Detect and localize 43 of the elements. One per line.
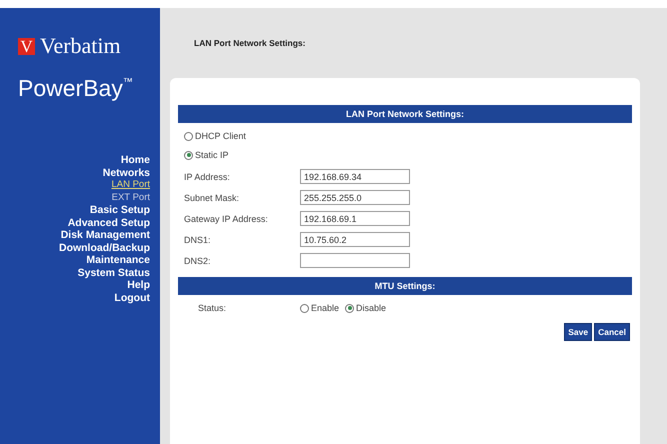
radio-button[interactable] (300, 304, 309, 312)
sidebar-item[interactable]: LAN Port (111, 179, 150, 192)
field-label: Gateway IP Address: (184, 214, 269, 224)
field-label: IP Address: (184, 172, 231, 182)
radio-button[interactable] (184, 150, 193, 160)
field-label: Subnet Mask: (184, 192, 240, 202)
input-field[interactable]: 255.255.255.0 (300, 190, 410, 205)
sidebar-item[interactable]: Help (127, 279, 150, 292)
brand-name: Verbatim (40, 33, 121, 59)
input-field[interactable]: 192.168.69.34 (300, 169, 410, 184)
input-field[interactable]: 10.75.60.2 (300, 232, 410, 247)
status-option[interactable]: Enable (300, 303, 340, 313)
logo-mark: V (18, 38, 35, 54)
field-label: DNS1: (184, 234, 212, 244)
sidebar-item[interactable]: EXT Port (112, 192, 150, 204)
radio-label: Enable (311, 303, 340, 313)
mode-option[interactable]: DHCP Client (184, 131, 632, 141)
sidebar-item[interactable]: System Status (78, 266, 150, 279)
input-field[interactable]: 192.168.69.1 (300, 211, 410, 226)
radio-label: Disable (356, 303, 386, 313)
sidebar-item[interactable]: Home (120, 154, 150, 166)
sidebar-item[interactable]: Basic Setup (90, 204, 150, 216)
sidebar-item[interactable]: Disk Management (60, 229, 150, 242)
radio-label: DHCP Client (195, 131, 246, 141)
action-button[interactable]: Save (564, 323, 592, 341)
product-name: PowerBay™ (18, 75, 134, 102)
sidebar-item[interactable]: Maintenance (86, 254, 150, 266)
action-button[interactable]: Cancel (594, 323, 630, 341)
field-label: Status: (198, 303, 228, 313)
radio-button[interactable] (345, 304, 354, 312)
field-label: DNS2: (184, 256, 212, 266)
page-title: LAN Port Network Settings: (194, 38, 306, 48)
section-header: MTU Settings: (178, 277, 632, 295)
radio-button[interactable] (184, 132, 193, 140)
radio-label: Static IP (195, 150, 229, 160)
status-option[interactable]: Disable (345, 303, 386, 313)
section-header: LAN Port Network Settings: (178, 105, 632, 123)
input-field[interactable] (300, 253, 410, 268)
sidebar-item[interactable]: Networks (102, 166, 150, 179)
mode-option[interactable]: Static IP (184, 150, 632, 160)
sidebar-item[interactable]: Download/Backup (58, 242, 150, 254)
sidebar-item[interactable]: Logout (114, 292, 150, 304)
sidebar-item[interactable]: Advanced Setup (68, 216, 150, 229)
